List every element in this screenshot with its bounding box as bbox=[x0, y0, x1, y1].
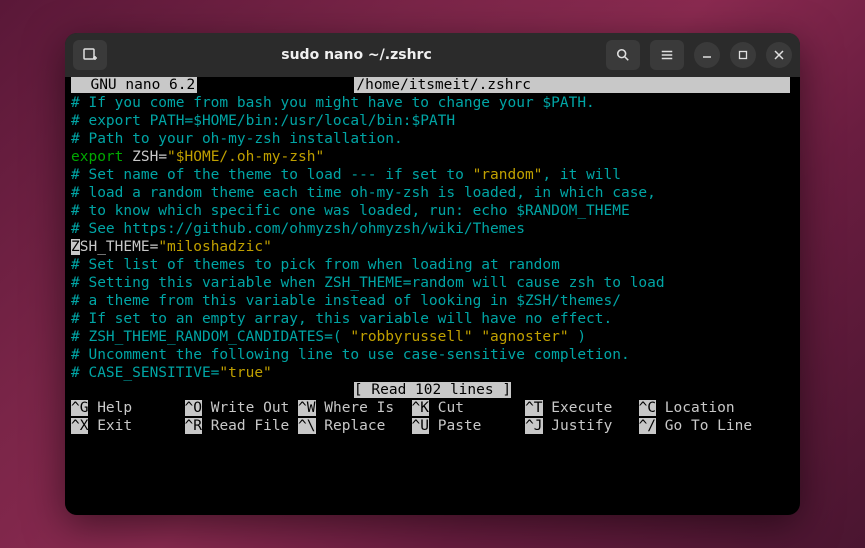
code-line: # Uncomment the following line to use ca… bbox=[71, 347, 630, 363]
shortcut-row: ^X Exit ^R Read File ^\ Replace ^U Paste… bbox=[71, 418, 794, 436]
code-line: # If you come from bash you might have t… bbox=[71, 95, 595, 111]
shortcut-whereis: ^W bbox=[298, 400, 315, 416]
maximize-button[interactable] bbox=[730, 42, 756, 68]
close-button[interactable] bbox=[766, 42, 792, 68]
search-icon bbox=[616, 48, 630, 62]
shortcut-exit: ^X bbox=[71, 418, 88, 434]
code-line: # Set list of themes to pick from when l… bbox=[71, 257, 560, 273]
cursor: Z bbox=[71, 239, 80, 255]
titlebar: sudo nano ~/.zshrc bbox=[65, 33, 800, 77]
code-line: # Setting this variable when ZSH_THEME=r… bbox=[71, 275, 665, 291]
new-tab-icon bbox=[82, 47, 98, 63]
close-icon bbox=[774, 50, 784, 60]
code-line: # See https://github.com/ohmyzsh/ohmyzsh… bbox=[71, 221, 525, 237]
editor-content: GNU nano 6.2 /home/itsmeit/.zshrc # If y… bbox=[65, 77, 800, 436]
code-line: ZSH_THEME="miloshadzic" bbox=[71, 239, 794, 257]
code-line: export ZSH="$HOME/.oh-my-zsh" bbox=[71, 149, 794, 167]
shortcut-writeout: ^O bbox=[185, 400, 202, 416]
minimize-button[interactable] bbox=[694, 42, 720, 68]
shortcut-cut: ^K bbox=[412, 400, 429, 416]
menu-button[interactable] bbox=[650, 40, 684, 70]
status-line: [ Read 102 lines ] bbox=[71, 382, 794, 400]
code-line: # load a random theme each time oh-my-zs… bbox=[71, 185, 656, 201]
nano-app-name: GNU nano 6.2 bbox=[71, 77, 197, 93]
window-title: sudo nano ~/.zshrc bbox=[113, 47, 600, 63]
nano-filepath: /home/itsmeit/.zshrc bbox=[354, 77, 533, 93]
shortcut-replace: ^\ bbox=[298, 418, 315, 434]
shortcut-gotoline: ^/ bbox=[639, 418, 656, 434]
search-button[interactable] bbox=[606, 40, 640, 70]
code-line: # CASE_SENSITIVE="true" bbox=[71, 365, 794, 383]
code-line: # to know which specific one was loaded,… bbox=[71, 203, 630, 219]
shortcut-justify: ^J bbox=[525, 418, 542, 434]
code-line: # ZSH_THEME_RANDOM_CANDIDATES=( "robbyru… bbox=[71, 329, 794, 347]
shortcut-help: ^G bbox=[71, 400, 88, 416]
hamburger-icon bbox=[660, 48, 674, 62]
code-line: # export PATH=$HOME/bin:/usr/local/bin:$… bbox=[71, 113, 455, 129]
terminal-window: sudo nano ~/.zshrc bbox=[65, 33, 800, 515]
shortcut-row: ^G Help ^O Write Out ^W Where Is ^K Cut … bbox=[71, 400, 794, 418]
code-line: # Set name of the theme to load --- if s… bbox=[71, 167, 794, 185]
shortcut-location: ^C bbox=[639, 400, 656, 416]
nano-header: GNU nano 6.2 /home/itsmeit/.zshrc bbox=[71, 77, 794, 95]
maximize-icon bbox=[738, 50, 748, 60]
new-tab-button[interactable] bbox=[73, 40, 107, 70]
code-line: # Path to your oh-my-zsh installation. bbox=[71, 131, 403, 147]
code-line: # If set to an empty array, this variabl… bbox=[71, 311, 612, 327]
terminal-body[interactable]: GNU nano 6.2 /home/itsmeit/.zshrc # If y… bbox=[65, 77, 800, 515]
shortcut-execute: ^T bbox=[525, 400, 542, 416]
shortcut-readfile: ^R bbox=[185, 418, 202, 434]
minimize-icon bbox=[702, 50, 712, 60]
shortcut-paste: ^U bbox=[412, 418, 429, 434]
code-line: # a theme from this variable instead of … bbox=[71, 293, 621, 309]
